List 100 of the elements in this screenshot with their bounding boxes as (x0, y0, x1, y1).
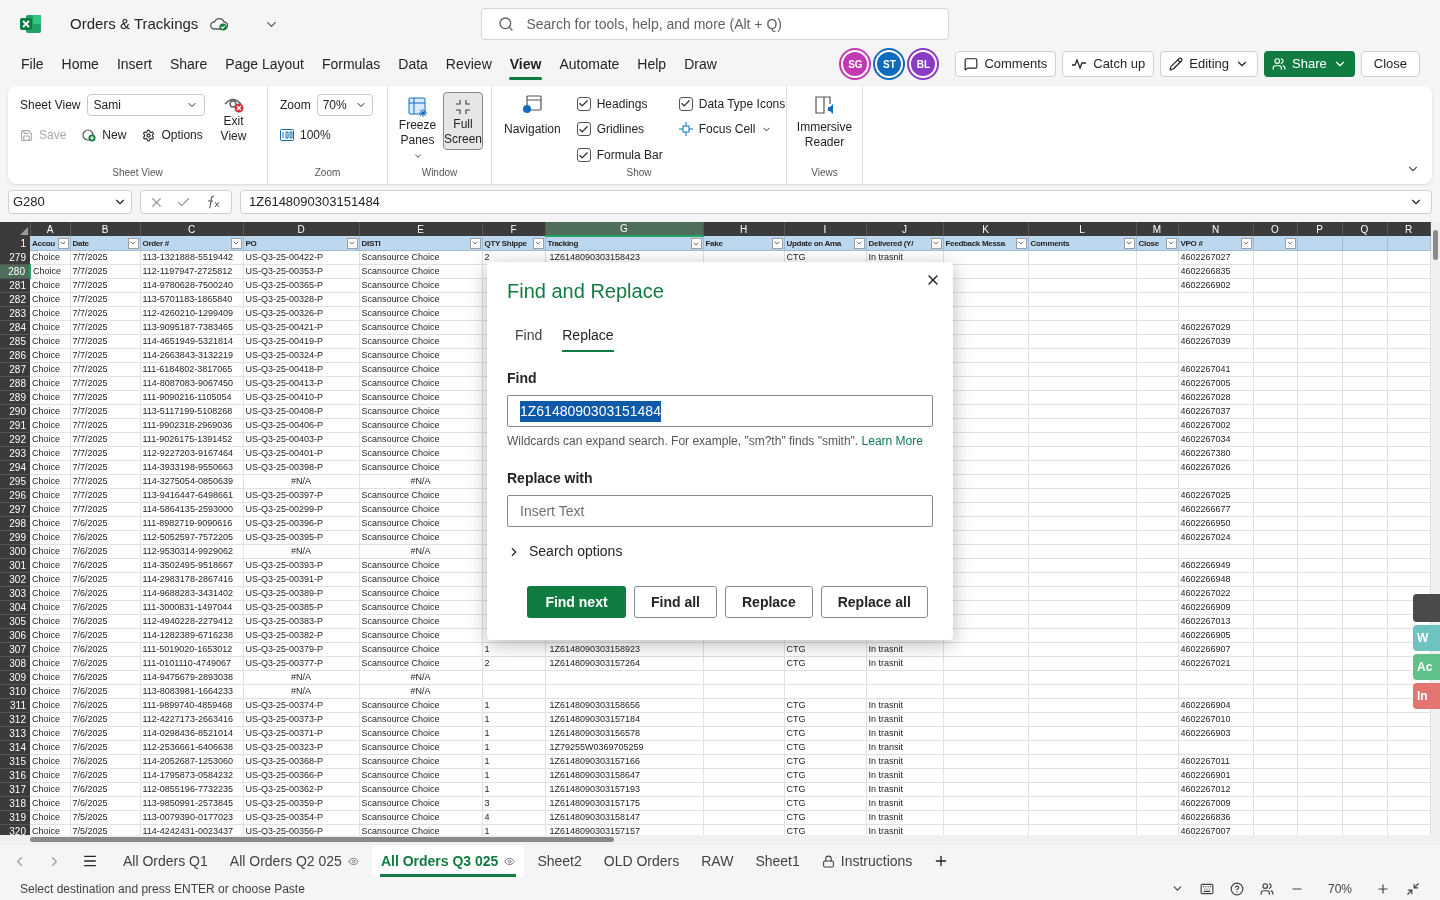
menu-tab[interactable]: Share (160, 48, 217, 80)
checkbox[interactable] (576, 148, 591, 163)
full-screen-button[interactable]: Full Screen (443, 92, 483, 150)
filter-button[interactable] (771, 237, 783, 249)
column-header[interactable]: H (703, 222, 784, 236)
filter-button[interactable] (930, 237, 942, 249)
column-header[interactable]: C (140, 222, 243, 236)
sheet-tab[interactable]: Sheet1 (746, 845, 809, 877)
horizontal-scrollbar[interactable] (0, 835, 1440, 845)
dialog-button[interactable]: Replace (725, 586, 813, 618)
search-options-toggle[interactable]: Search options (507, 541, 623, 562)
column-header[interactable]: O (1253, 222, 1297, 236)
filter-button[interactable] (1165, 237, 1177, 249)
filter-button[interactable] (1015, 237, 1027, 249)
column-header[interactable]: P (1297, 222, 1342, 236)
checkbox-option[interactable]: Data Type Icons (678, 94, 786, 114)
menu-tab[interactable]: Automate (550, 48, 629, 80)
menu-tab[interactable]: View (500, 48, 551, 80)
column-header[interactable]: K (943, 222, 1028, 236)
row-header[interactable]: 1 (0, 236, 30, 251)
column-header[interactable]: G (545, 222, 703, 236)
sheet-tab[interactable]: Instructions (812, 845, 922, 877)
column-header[interactable]: E (359, 222, 482, 236)
share-button[interactable]: Share (1264, 51, 1355, 77)
comments-button[interactable]: Comments (955, 51, 1057, 77)
dialog-tab[interactable]: Replace (554, 318, 622, 352)
column-header[interactable]: M (1136, 222, 1178, 236)
menu-tab[interactable]: Formulas (312, 48, 390, 80)
menu-tab[interactable]: Page Layout (216, 48, 313, 80)
focus-cell-button[interactable]: Focus Cell (678, 119, 786, 140)
filter-button[interactable] (127, 237, 139, 249)
immersive-reader-button[interactable]: Immersive Reader (799, 94, 850, 165)
learn-more-link[interactable]: Learn More (861, 434, 923, 448)
sheet-tab[interactable]: All Orders Q3 025 (371, 845, 525, 877)
checkbox[interactable] (678, 96, 693, 111)
catch-up-button[interactable]: Catch up (1062, 51, 1155, 77)
find-field[interactable]: 1Z6148090303151484 (507, 395, 933, 427)
replace-field[interactable]: Insert Text (507, 495, 933, 527)
zoom-in-icon[interactable] (1376, 881, 1390, 896)
dialog-button[interactable]: Replace all (820, 586, 928, 618)
workbook-title[interactable]: Orders & Trackings (70, 12, 199, 36)
editing-button[interactable]: Editing (1160, 51, 1259, 77)
options-button[interactable]: Options (142, 126, 203, 144)
user-avatar[interactable]: ST (875, 50, 904, 78)
checkbox[interactable] (576, 96, 591, 111)
name-box[interactable]: G280 (8, 190, 132, 214)
menu-icon[interactable] (82, 853, 98, 869)
side-panel-handle[interactable] (1413, 594, 1440, 622)
sheet-tab[interactable]: All Orders Q1 (114, 845, 217, 877)
dialog-button[interactable]: Find next (527, 586, 626, 618)
filter-button[interactable] (1284, 237, 1296, 249)
new-view-button[interactable]: New (82, 126, 127, 144)
menu-tab[interactable]: Draw (675, 48, 726, 80)
column-header[interactable]: R (1387, 222, 1430, 236)
freeze-panes-button[interactable]: Freeze Panes (396, 92, 439, 163)
people-icon[interactable] (1260, 881, 1274, 896)
formula-input[interactable]: 1Z6148090303151484 (240, 190, 1432, 214)
filter-button[interactable] (230, 237, 242, 249)
filter-button[interactable] (57, 237, 69, 249)
menu-tab[interactable]: Data (389, 48, 437, 80)
exit-view-button[interactable]: Exit View (216, 94, 251, 165)
checkbox[interactable] (576, 122, 591, 137)
filter-button[interactable] (469, 237, 481, 249)
column-header[interactable]: B (70, 222, 140, 236)
column-header[interactable]: A (30, 222, 70, 236)
column-header[interactable]: I (784, 222, 866, 236)
zoom-select[interactable]: 70% (316, 94, 373, 116)
dialog-tab[interactable]: Find (507, 318, 551, 352)
filter-button[interactable] (1240, 237, 1252, 249)
menu-tab[interactable]: Review (436, 48, 501, 80)
checkbox-option[interactable]: Headings (576, 94, 663, 114)
column-header[interactable]: J (866, 222, 943, 236)
user-avatar[interactable]: SG (841, 50, 870, 78)
checkbox-option[interactable]: Gridlines (576, 119, 663, 140)
menu-tab[interactable]: Insert (107, 48, 161, 80)
sheet-tab[interactable]: Sheet2 (528, 845, 591, 877)
filter-button[interactable] (346, 237, 358, 249)
filter-button[interactable] (1123, 237, 1135, 249)
menu-tab[interactable]: Help (628, 48, 676, 80)
menu-tab[interactable]: Home (52, 48, 108, 80)
user-avatar[interactable]: BL (909, 50, 938, 78)
column-header[interactable]: N (1178, 222, 1253, 236)
sheet-tab[interactable]: OLD Orders (594, 845, 689, 877)
search-field[interactable]: Search for tools, help, and more (Alt + Q) (481, 8, 950, 40)
column-header[interactable]: Q (1342, 222, 1387, 236)
keyboard-icon[interactable] (1200, 881, 1214, 896)
sheet-tab[interactable]: All Orders Q2 025 (220, 845, 368, 877)
filter-button[interactable] (532, 237, 544, 249)
filter-button[interactable] (690, 238, 702, 249)
filter-button[interactable] (853, 237, 865, 249)
dialog-button[interactable]: Find all (634, 586, 717, 618)
checkbox-option[interactable]: Formula Bar (576, 145, 663, 165)
zoom-level[interactable]: 70% (1320, 879, 1360, 898)
select-all-corner[interactable] (0, 222, 30, 236)
column-header[interactable]: F (482, 222, 545, 236)
close-button[interactable]: Close (1360, 51, 1420, 77)
menu-tab[interactable]: File (12, 48, 53, 80)
column-header[interactable]: L (1028, 222, 1136, 236)
help-icon[interactable] (1230, 881, 1244, 896)
sheet-tab[interactable]: RAW (692, 845, 743, 877)
